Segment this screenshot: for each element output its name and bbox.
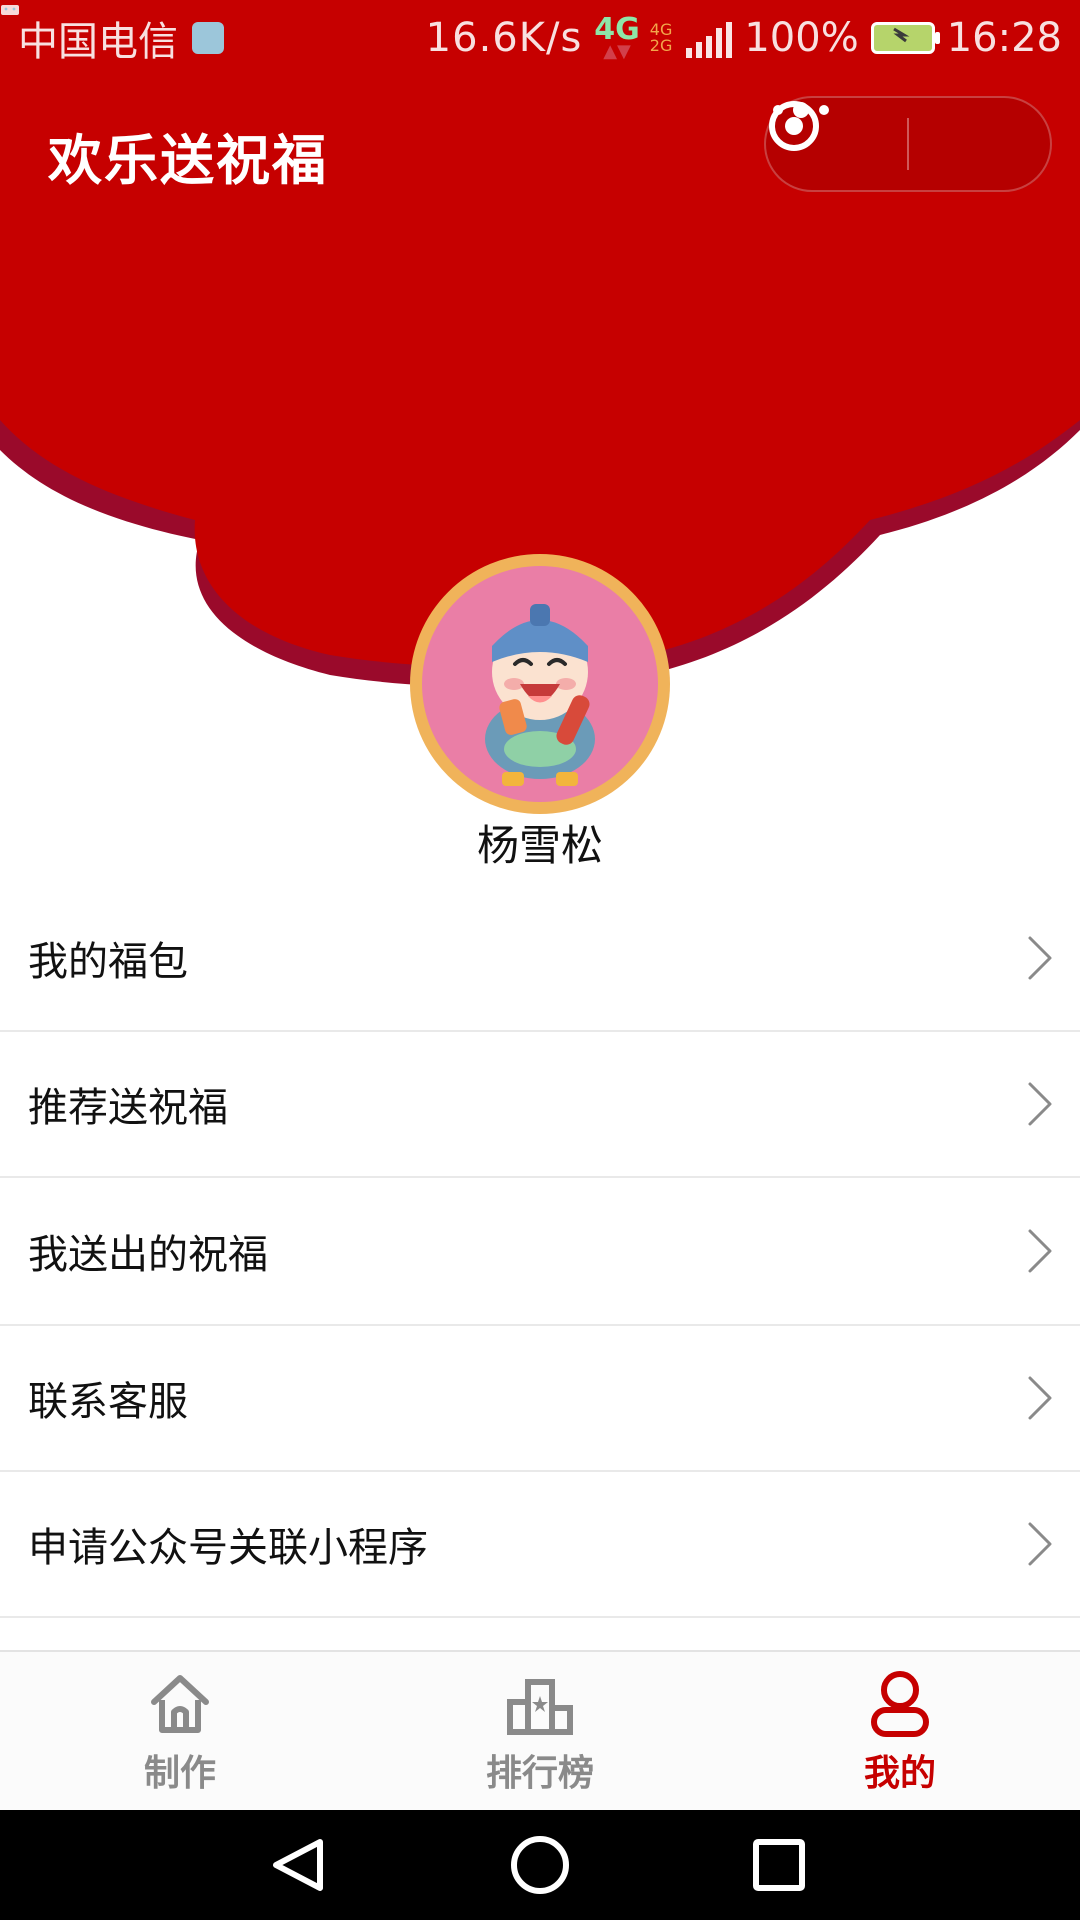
- menu-item-label: 我的福包: [28, 939, 188, 985]
- network-small-bottom: 2G: [649, 36, 673, 55]
- tab-label: 我的: [863, 1753, 936, 1794]
- user-icon: [871, 1671, 929, 1737]
- tab-mine[interactable]: 我的: [810, 1652, 990, 1812]
- menu-item-label: 联系客服: [28, 1379, 188, 1425]
- tab-leaderboard[interactable]: 排行榜: [450, 1652, 630, 1812]
- chevron-right-icon: [1028, 1082, 1052, 1126]
- battery-icon: [870, 22, 940, 54]
- status-bar: 中国电信 16.6K/s 4G ▲▼ 4G 2G 100% 16:28: [0, 0, 1080, 76]
- close-button[interactable]: [769, 98, 1050, 190]
- status-right: 16.6K/s 4G ▲▼ 4G 2G 100% 16:28: [425, 11, 1062, 62]
- target-circle-icon: [769, 101, 819, 151]
- back-triangle-icon[interactable]: [273, 1839, 323, 1891]
- signal-bars-icon: [686, 18, 733, 58]
- chevron-right-icon: [1028, 1376, 1052, 1420]
- carrier-label: 中国电信: [18, 19, 178, 65]
- chevron-right-icon: [1028, 936, 1052, 980]
- username: 杨雪松: [476, 821, 603, 870]
- menu-item-label: 申请公众号关联小程序: [28, 1525, 428, 1571]
- chevron-right-icon: [1028, 1522, 1052, 1566]
- system-navigation-bar: [0, 1810, 1080, 1920]
- menu-item-customer-service[interactable]: 联系客服: [0, 1326, 1080, 1472]
- home-icon: [151, 1675, 209, 1733]
- signal-area: 4G ▲▼ 4G 2G: [594, 11, 733, 62]
- menu-item-link-official-account[interactable]: 申请公众号关联小程序: [0, 1472, 1080, 1618]
- menu-item-sent-blessings[interactable]: 我送出的祝福: [0, 1178, 1080, 1326]
- avatar: [410, 554, 670, 814]
- data-activity-icon: ▲▼: [603, 40, 631, 62]
- menu-item-label: 我送出的祝福: [28, 1232, 268, 1278]
- network-small-indicator: 4G 2G: [650, 22, 673, 54]
- menu-item-recommend[interactable]: 推荐送祝福: [0, 1032, 1080, 1178]
- leaderboard-icon: [507, 1679, 573, 1735]
- page-title: 欢乐送祝福: [48, 129, 328, 192]
- tab-label: 制作: [143, 1753, 216, 1794]
- network-main: 4G: [594, 11, 640, 47]
- system-nav-icons: [273, 1836, 805, 1894]
- bottom-tab-bar: 制作 排行榜 我的: [0, 1650, 1080, 1810]
- cartoon-fortune-god-avatar: [422, 566, 658, 802]
- profile-menu: 我的福包 推荐送祝福 我送出的祝福 联系客服 申请公众号关联小程序: [0, 886, 1080, 1618]
- menu-item-label: 推荐送祝福: [28, 1085, 228, 1131]
- battery-percent: 100%: [744, 15, 859, 61]
- tab-label: 排行榜: [485, 1753, 594, 1794]
- home-circle-icon[interactable]: [511, 1836, 569, 1894]
- network-4g-indicator: 4G ▲▼: [594, 11, 640, 62]
- chevron-right-icon: [1028, 1229, 1052, 1273]
- android-debug-icon: [1, 5, 224, 54]
- tab-make[interactable]: 制作: [90, 1652, 270, 1812]
- menu-item-my-fortune-bag[interactable]: 我的福包: [0, 886, 1080, 1032]
- status-left: 中国电信: [1, 5, 224, 67]
- recent-square-icon[interactable]: [753, 1839, 805, 1891]
- miniprogram-capsule: [764, 96, 1052, 192]
- net-speed: 16.6K/s: [425, 15, 583, 61]
- clock: 16:28: [946, 15, 1062, 61]
